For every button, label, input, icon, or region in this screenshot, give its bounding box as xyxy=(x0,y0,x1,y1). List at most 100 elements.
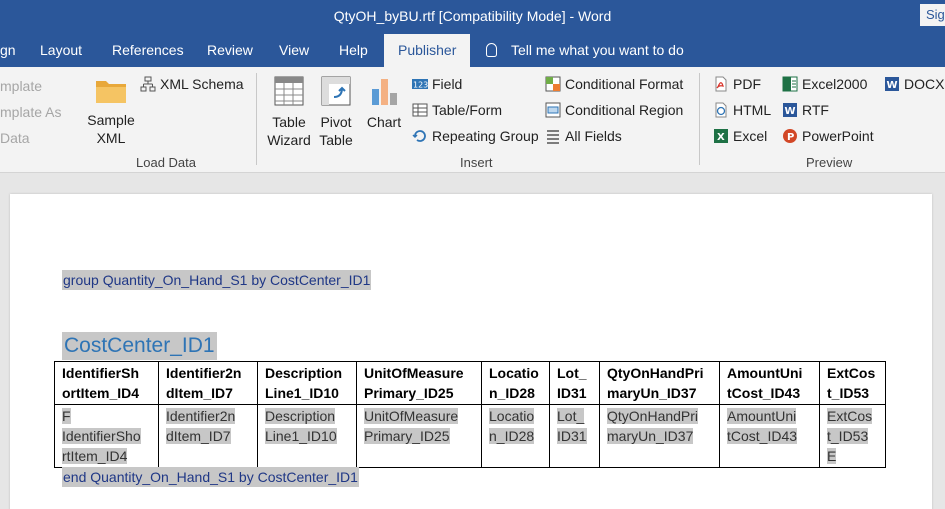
group-start-field[interactable]: group Quantity_On_Hand_S1 by CostCenter_… xyxy=(62,270,372,290)
html-icon xyxy=(715,102,727,118)
header-cell[interactable]: Identifier2n dItem_ID7 xyxy=(158,361,258,405)
all-fields-icon xyxy=(547,130,559,144)
sign-in-button[interactable]: Sig xyxy=(920,4,945,26)
xml-schema-button[interactable]: XML Schema xyxy=(140,75,244,93)
word-rtf-icon: W xyxy=(783,103,797,117)
table-header-row: IdentifierSh ortItem_ID4 Identifier2n dIte… xyxy=(54,361,886,405)
group-end-field[interactable]: end Quantity_On_Hand_S1 by CostCenter_ID… xyxy=(62,467,359,487)
rtf-label: RTF xyxy=(802,102,829,118)
powerpoint-icon: P xyxy=(783,129,797,143)
header-cell[interactable]: ExtCos t_ID53 xyxy=(819,361,886,405)
header-cell[interactable]: QtyOnHandPri maryUn_ID37 xyxy=(599,361,720,405)
repeating-group-button[interactable]: Repeating Group xyxy=(412,127,539,145)
table-cell[interactable]: Description Line1_ID10 xyxy=(257,404,357,468)
excel-label: Excel xyxy=(733,128,768,144)
field-button[interactable]: 123 Field xyxy=(412,75,462,93)
table-cell[interactable]: QtyOnHandPri maryUn_ID37 xyxy=(599,404,720,468)
chart-button[interactable]: Chart xyxy=(364,75,404,131)
tell-me-search[interactable]: Tell me what you want to do xyxy=(486,34,684,67)
costcenter-heading[interactable]: CostCenter_ID1 xyxy=(62,332,217,360)
conditional-format-label: Conditional Format xyxy=(565,76,684,92)
template-button[interactable]: mplate xyxy=(0,77,42,95)
table-form-button[interactable]: Table/Form xyxy=(412,101,502,119)
document-area: group Quantity_On_Hand_S1 by CostCenter_… xyxy=(0,174,945,509)
group-separator xyxy=(256,73,257,165)
pivot-table-label-2: Table xyxy=(319,132,353,148)
chart-label: Chart xyxy=(366,114,402,130)
tab-review[interactable]: Review xyxy=(207,34,253,67)
html-preview-button[interactable]: HTML xyxy=(713,101,771,119)
template-as-button[interactable]: mplate As xyxy=(0,103,61,121)
conditional-region-button[interactable]: Conditional Region xyxy=(545,101,683,119)
html-label: HTML xyxy=(733,102,772,118)
svg-text:P: P xyxy=(787,132,794,143)
all-fields-label: All Fields xyxy=(565,128,622,144)
sample-xml-button[interactable]: Sample XML xyxy=(86,75,136,147)
pivot-table-label-1: Pivot xyxy=(320,114,352,130)
table-cell[interactable]: F IdentifierSho rtItem_ID4 xyxy=(54,404,159,468)
document-page[interactable]: group Quantity_On_Hand_S1 by CostCenter_… xyxy=(10,194,932,509)
tab-view[interactable]: View xyxy=(279,34,309,67)
header-cell[interactable]: Locatio n_ID28 xyxy=(481,361,550,405)
folder-icon xyxy=(96,81,126,103)
sample-xml-label-2: XML xyxy=(96,130,126,146)
repeating-group-label: Repeating Group xyxy=(432,128,539,144)
powerpoint-preview-button[interactable]: P PowerPoint xyxy=(782,127,874,145)
sample-xml-label-1: Sample xyxy=(87,112,135,128)
excel2000-preview-button[interactable]: Excel2000 xyxy=(782,75,867,93)
field-icon: 123 xyxy=(412,79,428,90)
rtf-preview-button[interactable]: W RTF xyxy=(782,101,829,119)
all-fields-button[interactable]: All Fields xyxy=(545,127,622,145)
header-cell[interactable]: Lot_ ID31 xyxy=(549,361,600,405)
tab-help[interactable]: Help xyxy=(339,34,368,67)
table-cell[interactable]: Identifier2n dItem_ID7 xyxy=(158,404,258,468)
table-cell[interactable]: UnitOfMeasure Primary_ID25 xyxy=(356,404,482,468)
pivot-table-icon xyxy=(321,76,351,106)
pdf-label: PDF xyxy=(733,76,761,92)
pdf-preview-button[interactable]: PDF xyxy=(713,75,761,93)
docx-label: DOCX xyxy=(904,76,945,92)
xml-schema-icon xyxy=(140,76,156,92)
tab-layout[interactable]: Layout xyxy=(40,34,82,67)
title-bar: QtyOH_byBU.rtf [Compatibility Mode] - Wo… xyxy=(0,0,945,34)
excel-icon: X xyxy=(714,129,728,143)
conditional-format-button[interactable]: Conditional Format xyxy=(545,75,683,93)
table-wizard-label-2: Wizard xyxy=(267,132,311,148)
tab-references[interactable]: References xyxy=(112,34,184,67)
svg-text:X: X xyxy=(717,132,725,143)
table-wizard-label-1: Table xyxy=(272,114,306,130)
svg-text:W: W xyxy=(887,80,898,91)
docx-preview-button[interactable]: W DOCX xyxy=(884,75,944,93)
header-cell[interactable]: AmountUni tCost_ID43 xyxy=(719,361,820,405)
header-cell[interactable]: Description Line1_ID10 xyxy=(257,361,357,405)
excel2000-icon xyxy=(782,76,798,92)
table-cell[interactable]: AmountUni tCost_ID43 xyxy=(719,404,820,468)
data-button[interactable]: Data xyxy=(0,129,30,147)
header-cell[interactable]: UnitOfMeasure Primary_ID25 xyxy=(356,361,482,405)
table-form-icon xyxy=(412,103,428,117)
pivot-table-button[interactable]: Pivot Table xyxy=(316,75,356,149)
window-title: QtyOH_byBU.rtf [Compatibility Mode] - Wo… xyxy=(333,8,612,24)
preview-group-label: Preview xyxy=(806,155,853,170)
conditional-region-icon xyxy=(545,102,561,118)
lightbulb-icon xyxy=(486,43,497,57)
ribbon-panel: mplate mplate As Data Sample XML XML Sch… xyxy=(0,67,945,173)
word-docx-icon: W xyxy=(885,77,899,91)
xml-schema-label: XML Schema xyxy=(160,76,244,92)
excel-preview-button[interactable]: X Excel xyxy=(713,127,767,145)
ribbon-tabs: gn Layout References Review View Help Pu… xyxy=(0,34,945,67)
tell-me-text: Tell me what you want to do xyxy=(511,42,684,58)
svg-text:123: 123 xyxy=(413,81,428,90)
tab-design[interactable]: gn xyxy=(0,34,16,67)
load-data-group-label: Load Data xyxy=(136,155,196,170)
group-separator xyxy=(699,73,700,165)
table-cell[interactable]: ExtCos t_ID53 E xyxy=(819,404,886,468)
table-wizard-button[interactable]: Table Wizard xyxy=(266,75,312,149)
table-cell[interactable]: Lot_ ID31 xyxy=(549,404,600,468)
field-label: Field xyxy=(432,76,463,92)
tab-publisher[interactable]: Publisher xyxy=(384,34,471,67)
insert-group-label: Insert xyxy=(460,155,493,170)
table-cell[interactable]: Locatio n_ID28 xyxy=(481,404,550,468)
header-cell[interactable]: IdentifierSh ortItem_ID4 xyxy=(54,361,159,405)
repeating-group-icon xyxy=(412,130,426,142)
